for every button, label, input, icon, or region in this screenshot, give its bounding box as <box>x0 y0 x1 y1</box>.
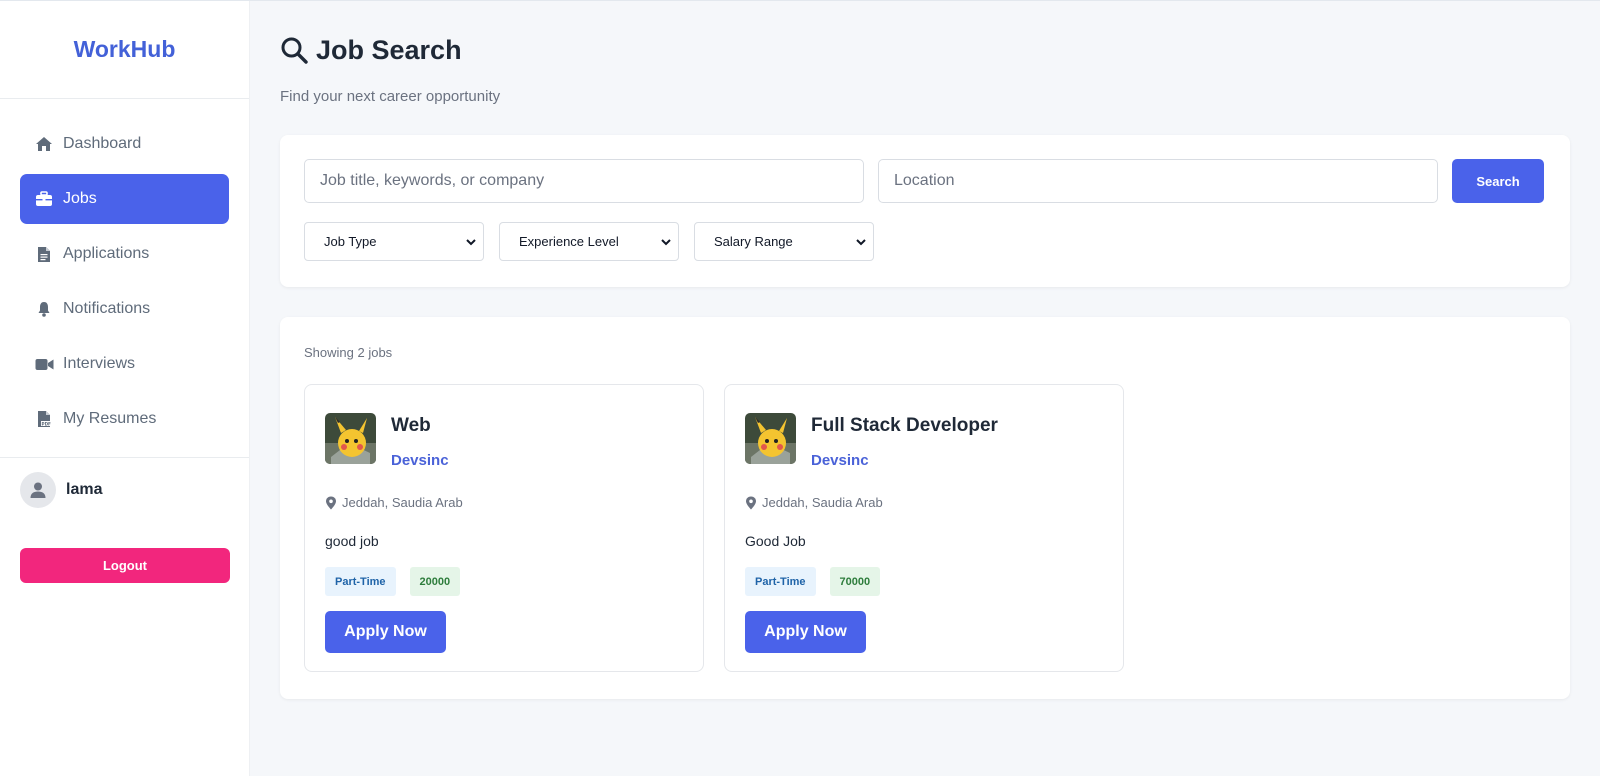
page-title: Job Search <box>280 35 1570 66</box>
location-input[interactable] <box>878 159 1438 203</box>
briefcase-icon <box>34 189 54 209</box>
salary-badge: 70000 <box>829 567 881 596</box>
sidebar-item-label: Applications <box>63 245 150 262</box>
salary-badge: 20000 <box>409 567 461 596</box>
pdf-file-icon: PDF <box>34 409 54 429</box>
app-root: WorkHub Dashboard Jobs Applications Noti… <box>0 0 1600 776</box>
main-content: Job Search Find your next career opportu… <box>250 1 1600 776</box>
sidebar-item-label: Interviews <box>63 355 136 372</box>
salary-range-select[interactable]: Salary Range <box>694 222 874 261</box>
sidebar-item-label: My Resumes <box>63 410 157 427</box>
bell-icon <box>34 299 54 319</box>
job-location-text: Jeddah, Saudia Arab <box>342 495 463 510</box>
company-name[interactable]: Devsinc <box>391 452 449 469</box>
search-icon <box>280 36 310 66</box>
job-location: Jeddah, Saudia Arab <box>745 495 1103 510</box>
job-tags: Part-Time 20000 <box>325 567 683 596</box>
sidebar-item-interviews[interactable]: Interviews <box>20 339 229 389</box>
job-type-badge: Part-Time <box>325 567 396 596</box>
page-subtitle: Find your next career opportunity <box>280 88 501 105</box>
results-count: Showing 2 jobs <box>304 345 393 360</box>
job-description: good job <box>325 533 379 549</box>
job-description: Good Job <box>745 533 806 549</box>
sidebar-item-applications[interactable]: Applications <box>20 229 229 279</box>
keyword-search-input[interactable] <box>304 159 864 203</box>
company-name[interactable]: Devsinc <box>811 452 998 469</box>
job-location: Jeddah, Saudia Arab <box>325 495 683 510</box>
logout-button[interactable]: Logout <box>20 548 230 583</box>
map-pin-icon <box>325 496 339 510</box>
home-icon <box>34 134 54 154</box>
sidebar-item-label: Jobs <box>63 190 97 207</box>
job-card[interactable]: Full Stack Developer Devsinc Jeddah, Sau… <box>724 384 1124 672</box>
svg-text:PDF: PDF <box>41 421 51 426</box>
job-location-text: Jeddah, Saudia Arab <box>762 495 883 510</box>
sidebar: WorkHub Dashboard Jobs Applications Noti… <box>0 1 250 776</box>
apply-now-button[interactable]: Apply Now <box>325 611 446 653</box>
chevron-down-icon <box>465 236 477 248</box>
sidebar-item-label: Notifications <box>63 300 151 317</box>
job-card-header: Full Stack Developer Devsinc <box>745 413 1103 469</box>
file-icon <box>34 244 54 264</box>
sidebar-item-jobs[interactable]: Jobs <box>20 174 229 224</box>
job-list: Web Devsinc Jeddah, Saudia Arab good job… <box>304 384 1546 672</box>
avatar <box>20 472 56 508</box>
brand: WorkHub <box>0 1 249 99</box>
experience-level-select[interactable]: Experience Level <box>499 222 679 261</box>
company-logo <box>745 413 796 464</box>
search-button[interactable]: Search <box>1452 159 1544 203</box>
chevron-down-icon <box>855 236 867 248</box>
user-name: lama <box>66 481 103 498</box>
filters-row: Job Type Experience Level Salary Range <box>304 222 1546 261</box>
job-type-badge: Part-Time <box>745 567 816 596</box>
sidebar-nav: Dashboard Jobs Applications Notification… <box>0 99 249 458</box>
salary-range-select-value: Salary Range <box>714 234 793 249</box>
search-row: Search <box>304 159 1546 203</box>
experience-level-select-value: Experience Level <box>519 234 619 249</box>
job-tags: Part-Time 70000 <box>745 567 1103 596</box>
user-icon <box>30 482 46 498</box>
job-title[interactable]: Full Stack Developer <box>811 415 998 437</box>
job-title[interactable]: Web <box>391 415 449 437</box>
sidebar-item-notifications[interactable]: Notifications <box>20 284 229 334</box>
company-logo <box>325 413 376 464</box>
job-card-header: Web Devsinc <box>325 413 683 469</box>
search-panel: Search Job Type Experience Level Salary … <box>280 135 1570 287</box>
video-icon <box>34 354 54 374</box>
user-profile[interactable]: lama <box>0 458 249 522</box>
sidebar-item-label: Dashboard <box>63 135 142 152</box>
results-panel: Showing 2 jobs Web Devsinc Jeddah, Saudi… <box>280 317 1570 699</box>
job-type-select[interactable]: Job Type <box>304 222 484 261</box>
job-type-select-value: Job Type <box>324 234 377 249</box>
sidebar-item-my-resumes[interactable]: PDF My Resumes <box>20 394 229 444</box>
map-pin-icon <box>745 496 759 510</box>
job-card-title-block: Full Stack Developer Devsinc <box>811 413 998 469</box>
brand-logo-text[interactable]: WorkHub <box>74 36 176 63</box>
apply-now-button[interactable]: Apply Now <box>745 611 866 653</box>
page-title-text: Job Search <box>316 35 462 65</box>
chevron-down-icon <box>660 236 672 248</box>
job-card[interactable]: Web Devsinc Jeddah, Saudia Arab good job… <box>304 384 704 672</box>
job-card-title-block: Web Devsinc <box>391 413 449 469</box>
sidebar-item-dashboard[interactable]: Dashboard <box>20 119 229 169</box>
